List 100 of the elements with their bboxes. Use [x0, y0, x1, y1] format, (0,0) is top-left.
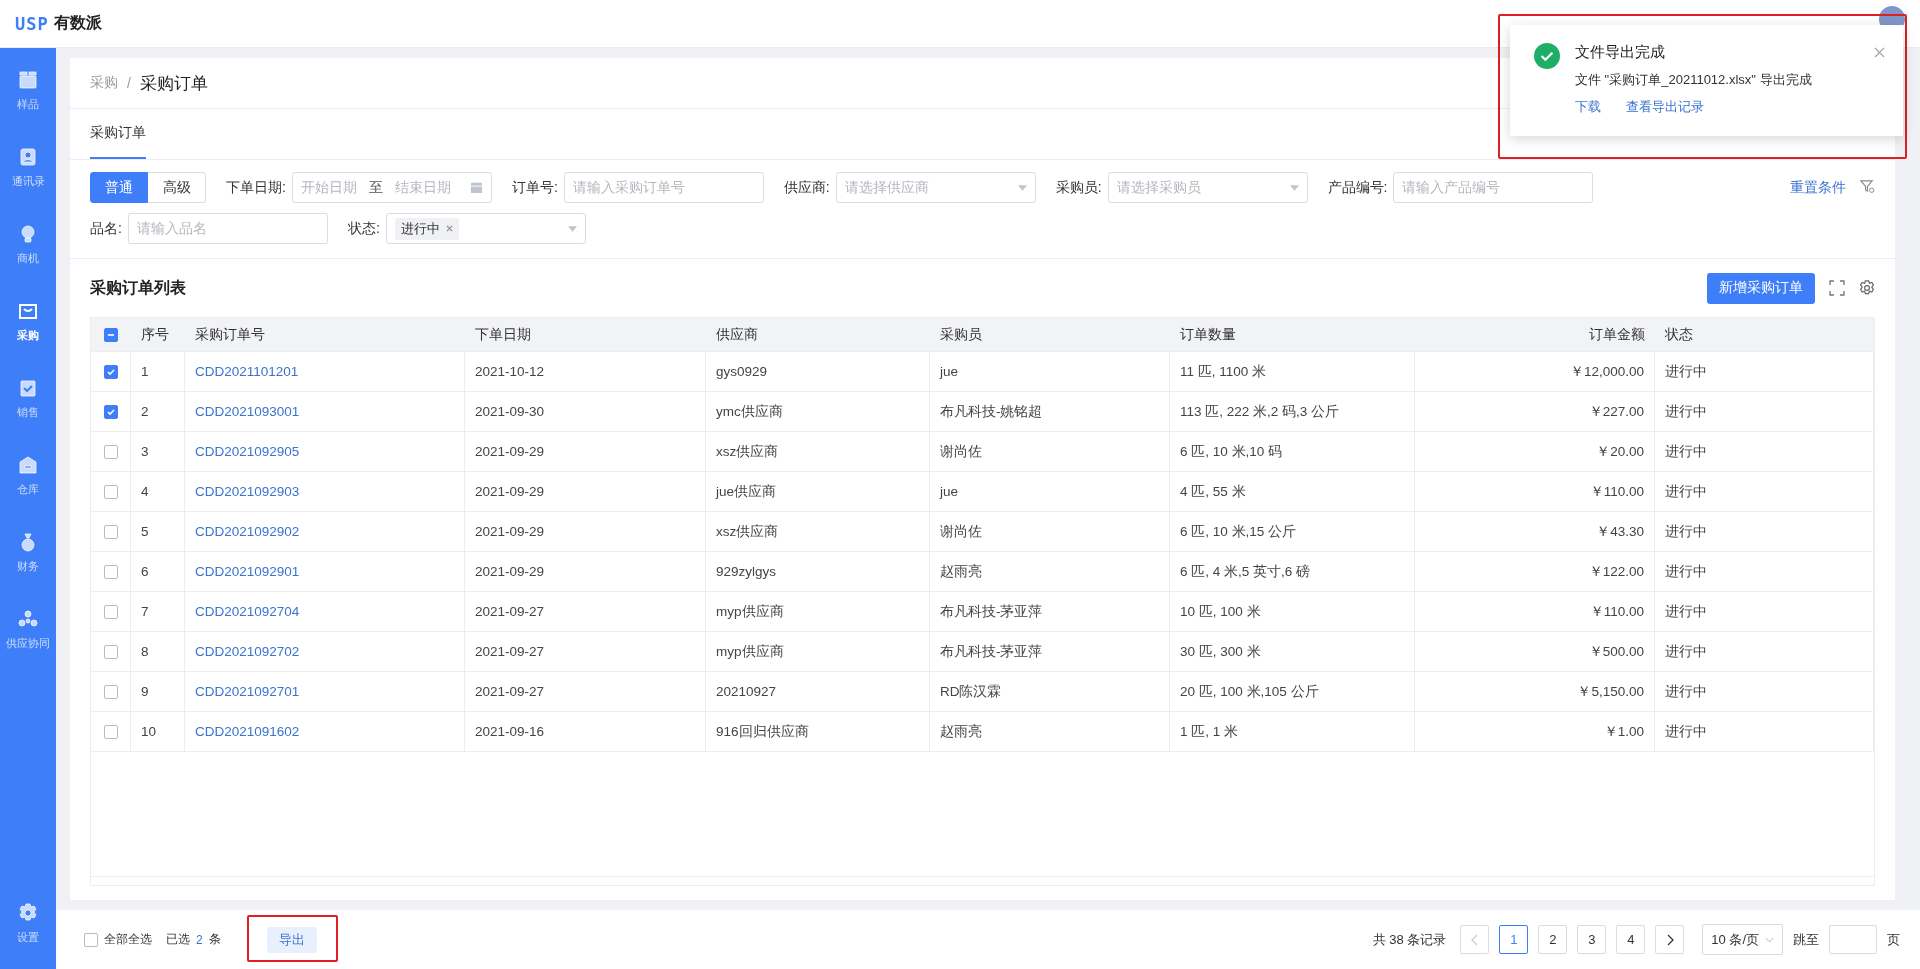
- row-checkbox[interactable]: [103, 444, 118, 459]
- order-link[interactable]: CDD2021092905: [195, 444, 300, 459]
- order-link[interactable]: CDD2021101201: [195, 364, 299, 379]
- fullscreen-icon[interactable]: [1829, 280, 1845, 296]
- caret-icon: [1017, 184, 1027, 191]
- table-cell: ￥227.00: [1588, 402, 1644, 421]
- order-link[interactable]: CDD2021092903: [195, 484, 300, 499]
- row-checkbox[interactable]: [103, 684, 118, 699]
- order-link[interactable]: CDD2021092902: [195, 524, 300, 539]
- page-input[interactable]: [1829, 925, 1877, 954]
- column-header: 状态: [1665, 325, 1693, 344]
- breadcrumb-link[interactable]: 采购: [90, 74, 118, 92]
- table-cell: 11 匹, 1100 米: [1180, 362, 1267, 381]
- sidebar-item[interactable]: 通讯录: [0, 141, 56, 218]
- table-cell: ￥43.30: [1596, 522, 1644, 541]
- row-checkbox[interactable]: [103, 564, 118, 579]
- check-icon: [105, 366, 116, 377]
- table-cell: 10 匹, 100 米: [1180, 602, 1261, 621]
- close-icon[interactable]: [1874, 47, 1885, 58]
- field-label: 状态:: [347, 219, 380, 238]
- table-cell: 谢尚佐: [940, 442, 982, 461]
- table-cell: 4: [141, 484, 149, 499]
- remove-icon[interactable]: [445, 225, 453, 232]
- sidebar-item[interactable]: 供应协同: [0, 603, 56, 680]
- sidebar-item[interactable]: 商机: [0, 218, 56, 295]
- table-cell: 2021-09-30: [475, 404, 545, 419]
- notification-link[interactable]: 查看导出记录: [1626, 98, 1704, 116]
- settings-icon[interactable]: [1859, 280, 1875, 296]
- table-cell: 进行中: [1665, 642, 1707, 661]
- field-label: 品名:: [90, 219, 122, 238]
- checkbox[interactable]: [84, 932, 98, 947]
- sidebar-item[interactable]: 财务: [0, 526, 56, 603]
- export-button[interactable]: 导出: [266, 926, 317, 953]
- table-cell: jue: [940, 484, 958, 499]
- table-cell: 20 匹, 100 米,105 公斤: [1180, 682, 1319, 701]
- order-link[interactable]: CDD2021091602: [195, 724, 300, 739]
- filter-tag: 进行中: [394, 217, 459, 240]
- notification-link[interactable]: 下载: [1575, 98, 1601, 116]
- table-cell: 2021-09-27: [475, 644, 545, 659]
- select-field[interactable]: 进行中: [385, 213, 586, 244]
- row-checkbox[interactable]: [103, 644, 118, 659]
- page-button[interactable]: 4: [1616, 925, 1646, 954]
- table-cell: myp供应商: [716, 602, 784, 621]
- field-label: 采购员:: [1055, 178, 1102, 197]
- column-header: 供应商: [716, 325, 758, 344]
- table-cell: 1 匹, 1 米: [1180, 722, 1239, 741]
- notification-message: 文件 "采购订单_20211012.xlsx" 导出完成: [1575, 71, 1813, 89]
- page-title: 采购订单: [139, 72, 208, 95]
- page-size-select[interactable]: 10 条/页: [1702, 924, 1783, 955]
- page-unit: 页: [1887, 930, 1900, 949]
- chevron-left-icon: [1470, 933, 1479, 946]
- sidebar-item[interactable]: 仓库: [0, 449, 56, 526]
- row-checkbox[interactable]: [103, 724, 118, 739]
- sidebar-item[interactable]: 采购: [0, 295, 56, 372]
- order-link[interactable]: CDD2021093001: [195, 404, 300, 419]
- settings-item[interactable]: 设置: [0, 897, 56, 969]
- table-cell: jue供应商: [716, 482, 776, 501]
- table-cell: 7: [141, 604, 149, 619]
- sidebar-item[interactable]: 样品: [0, 64, 56, 141]
- column-header: 采购订单号: [195, 325, 265, 344]
- table-cell: 929zylgys: [716, 564, 777, 579]
- caret-icon: [1765, 936, 1774, 943]
- total-count: 共 38 条记录: [1372, 930, 1447, 949]
- page-button[interactable]: 1: [1499, 925, 1529, 954]
- next-page-button[interactable]: [1655, 925, 1685, 954]
- date-range-field[interactable]: 开始日期 至 结束日期: [291, 172, 492, 203]
- table-cell: 进行中: [1665, 682, 1707, 701]
- table-cell: 布凡科技-茅亚萍: [940, 602, 1043, 621]
- table-cell: 进行中: [1665, 562, 1707, 581]
- sidebar-item[interactable]: 销售: [0, 372, 56, 449]
- column-header: 下单日期: [475, 325, 531, 344]
- mode-toggle[interactable]: 普通: [90, 172, 148, 203]
- table-cell: 6 匹, 10 米,15 公斤: [1180, 522, 1297, 541]
- row-checkbox[interactable]: [103, 604, 118, 619]
- row-checkbox[interactable]: [103, 404, 118, 419]
- table-cell: 3: [141, 444, 149, 459]
- select-all-checkbox[interactable]: [104, 327, 118, 342]
- tab[interactable]: 采购订单: [90, 109, 146, 159]
- row-checkbox[interactable]: [103, 484, 118, 499]
- table-cell: ymc供应商: [716, 402, 783, 421]
- order-link[interactable]: CDD2021092701: [195, 684, 300, 699]
- order-link[interactable]: CDD2021092702: [195, 644, 300, 659]
- table-cell: 2021-09-29: [475, 524, 545, 539]
- table-cell: 2021-09-29: [475, 444, 545, 459]
- page-button[interactable]: 2: [1538, 925, 1568, 954]
- table-cell: 20210927: [716, 684, 777, 699]
- table-cell: 进行中: [1665, 442, 1707, 461]
- add-order-button[interactable]: 新增采购订单: [1707, 272, 1815, 304]
- table-cell: ￥1.00: [1603, 722, 1644, 741]
- page-button[interactable]: 3: [1577, 925, 1607, 954]
- table-cell: 进行中: [1665, 482, 1707, 501]
- reset-link[interactable]: 重置条件: [1790, 179, 1846, 197]
- row-checkbox[interactable]: [103, 524, 118, 539]
- order-link[interactable]: CDD2021092704: [195, 604, 300, 619]
- table-cell: 2021-09-16: [475, 724, 545, 739]
- row-checkbox[interactable]: [103, 364, 118, 379]
- order-link[interactable]: CDD2021092901: [195, 564, 300, 579]
- filter-icon[interactable]: [1860, 179, 1875, 194]
- mode-toggle[interactable]: 高级: [148, 172, 206, 203]
- list-title: 采购订单列表: [90, 277, 186, 298]
